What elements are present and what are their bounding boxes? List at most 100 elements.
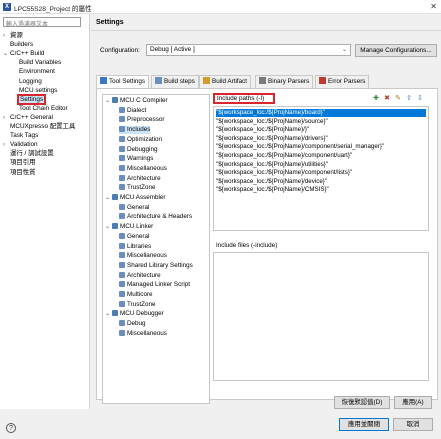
settings-page-icon [119,252,125,259]
settings-page-icon [119,126,125,133]
tool-tree-label: Libraries [127,242,152,250]
include-path-item[interactable]: "${workspace_loc:/${ProjName}/component/… [216,169,352,177]
build-steps-icon [155,77,162,84]
tool-tree-item[interactable]: TrustZone [119,300,155,309]
filter-input[interactable]: 輸入過濾器文本 [3,17,81,28]
tool-tree-item[interactable]: Optimization [119,135,162,144]
tool-tree-item[interactable]: Debug [119,320,146,328]
sidebar-item-label: 資源 [10,32,23,39]
settings-page-icon [119,320,125,327]
tool-tree-item[interactable]: General [119,232,149,241]
sidebar-item[interactable]: 項目性質 [3,168,36,177]
tool-tree-item[interactable]: ⌄ MCU C Compiler [105,97,168,105]
tool-tree-item[interactable]: ⌄ MCU Linker [105,223,153,231]
sidebar-item[interactable]: Task Tags [3,131,38,140]
tool-tree-item[interactable]: ⌄ MCU Assembler [105,194,166,202]
sidebar-item[interactable]: Environment [12,67,55,76]
tool-icon [112,310,118,317]
apply-button[interactable]: 應用(A) [394,396,432,409]
sidebar-item-label: 項目性質 [10,168,36,176]
chevron-down-icon[interactable]: ⌄ [105,310,112,318]
sidebar-item[interactable]: MCU settings [12,86,57,95]
tool-tree-item[interactable]: General [119,203,149,212]
include-path-item[interactable]: "${workspace_loc:/${ProjName}/component/… [216,143,384,151]
sidebar-item-label: Builders [10,41,34,49]
binary-parsers-icon [259,77,266,84]
chevron-down-icon[interactable]: ⌄ [105,97,112,105]
tool-tree-item[interactable]: Includes [119,126,151,135]
tab-error-parsers[interactable]: Error Parsers [315,75,370,88]
include-files-label: Include files (-include) [216,242,278,249]
tool-tree-label: Debug [127,320,146,328]
cancel-button[interactable]: 取消 [393,418,433,431]
include-paths-list[interactable]: "${workspace_loc:/${ProjName}/board}" "${… [213,106,429,231]
sidebar-item[interactable]: 運行 / 調試設置 [3,149,54,158]
tool-tree-item[interactable]: TrustZone [119,184,155,192]
sidebar-item[interactable]: Builders [3,40,33,49]
chevron-down-icon[interactable]: ⌄ [105,223,112,231]
settings-page-icon [119,300,125,307]
add-icon[interactable]: ✚ [372,95,380,103]
settings-page-icon [119,145,125,152]
include-files-list[interactable] [213,252,429,381]
build-artifact-icon [203,77,210,84]
tab-build-artifact[interactable]: Build Artifact [199,75,251,88]
tool-tree-item[interactable]: Libraries [119,242,152,251]
delete-icon[interactable]: ✖ [383,95,391,103]
tab-build-steps[interactable]: Build steps [151,75,199,88]
tool-tree-item[interactable]: Warnings [119,155,153,163]
tab-tool-settings[interactable]: Tool Settings [96,75,150,89]
tool-tree-item[interactable]: Architecture [119,271,161,280]
apply-and-close-button[interactable]: 應用並關閉 [339,418,389,431]
tool-icon [112,194,118,200]
chevron-down-icon[interactable]: ⌄ [105,194,112,202]
include-path-item[interactable]: "${workspace_loc:/${ProjName}/drivers}" [216,135,328,143]
tool-tree-label: Miscellaneous [127,164,167,172]
tool-tree-item[interactable]: Architecture [119,174,161,183]
tool-tree-item[interactable]: Preprocessor [119,116,164,124]
tool-tree-item[interactable]: Miscellaneous [119,329,167,338]
help-icon[interactable]: ? [6,423,16,433]
include-path-item[interactable]: "${workspace_loc:/${ProjName}/source}" [216,118,328,126]
sidebar-item[interactable]: MCUXpresso 配置工具 [3,122,75,131]
sidebar-item-settings[interactable]: Settings [12,93,47,105]
chevron-icon[interactable]: ⌄ [3,50,10,59]
tool-tree-item[interactable]: Debugging [119,145,157,154]
move-down-icon[interactable]: ⇩ [416,95,424,103]
include-path-item[interactable]: "${workspace_loc:/${ProjName}/}" [216,126,309,134]
tool-tree-item[interactable]: Dialect [119,106,146,115]
move-up-icon[interactable]: ⇧ [405,95,413,103]
tool-tree-item[interactable]: Miscellaneous [119,164,167,173]
settings-page-icon [119,232,125,239]
sidebar-item-label: MCU settings [19,86,58,94]
tool-tree-item[interactable]: Shared Library Settings [119,261,193,270]
sidebar-item-label: Settings [16,93,47,105]
sidebar-item[interactable]: 項目引用 [3,158,36,167]
sidebar-item[interactable]: Build Variables [12,58,61,67]
include-path-item[interactable]: "${workspace_loc:/${ProjName}/device}" [216,178,327,186]
restore-defaults-button[interactable]: 恢復默認值(D) [334,396,390,409]
sidebar-item[interactable]: Logging [12,77,42,86]
tool-tree-item[interactable]: Miscellaneous [119,252,167,260]
include-path-item[interactable]: "${workspace_loc:/${ProjName}/board}" [216,109,426,117]
tool-tree-label: Optimization [127,135,162,143]
tool-tree-item[interactable]: ⌄ MCU Debugger [105,310,164,318]
settings-page-icon [119,281,125,288]
tool-tree-item[interactable]: Managed Linker Script [119,281,190,289]
include-path-item[interactable]: "${workspace_loc:/${ProjName}/component/… [216,152,352,160]
edit-icon[interactable]: ✎ [394,95,402,103]
configuration-label: Configuration: [100,47,140,54]
chevron-down-icon: ⌄ [341,47,347,53]
manage-configurations-button[interactable]: Manage Configurations... [355,44,437,57]
tool-tree-item[interactable]: Architecture & Headers [119,213,192,221]
configuration-select[interactable]: Debug [ Active ] ⌄ [146,44,351,56]
close-icon[interactable]: ✕ [430,2,437,11]
include-path-item[interactable]: "${workspace_loc:/${ProjName}/utilities}… [216,161,328,169]
tool-tree-label: Miscellaneous [127,329,167,337]
sidebar-item[interactable]: Tool Chain Editor [12,104,68,113]
include-path-item[interactable]: "${workspace_loc:/${ProjName}/CMSIS}" [216,186,329,194]
tool-tree-label: Includes [127,126,151,134]
tool-tree-item[interactable]: Multicore [119,291,153,299]
tool-tree-label: Shared Library Settings [127,261,193,269]
tab-binary-parsers[interactable]: Binary Parsers [255,75,314,88]
